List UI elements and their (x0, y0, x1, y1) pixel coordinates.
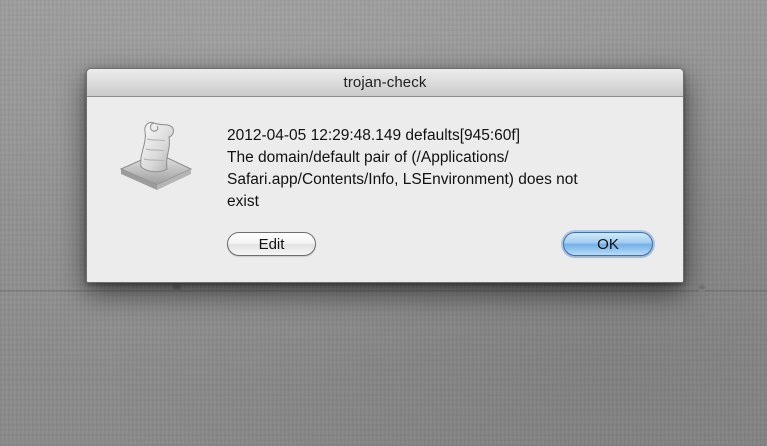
message-line: 2012-04-05 12:29:48.149 defaults[945:60f… (227, 127, 521, 144)
alert-message: 2012-04-05 12:29:48.149 defaults[945:60f… (227, 125, 647, 213)
message-line: Safari.app/Contents/Info, LSEnvironment)… (227, 171, 578, 188)
message-line: The domain/default pair of (/Application… (227, 149, 509, 166)
message-line: exist (227, 193, 259, 210)
ok-button[interactable]: OK (563, 232, 653, 256)
wallpaper-hole (172, 282, 182, 292)
wallpaper-seam (0, 290, 767, 292)
script-editor-scroll-icon (117, 119, 195, 193)
alert-dialog: trojan-check 2012-04-05 12:29:48.149 def… (86, 68, 684, 283)
dialog-title: trojan-check (343, 74, 427, 91)
edit-button[interactable]: Edit (227, 232, 316, 256)
wallpaper-hole (697, 282, 707, 292)
dialog-titlebar[interactable]: trojan-check (87, 69, 683, 97)
